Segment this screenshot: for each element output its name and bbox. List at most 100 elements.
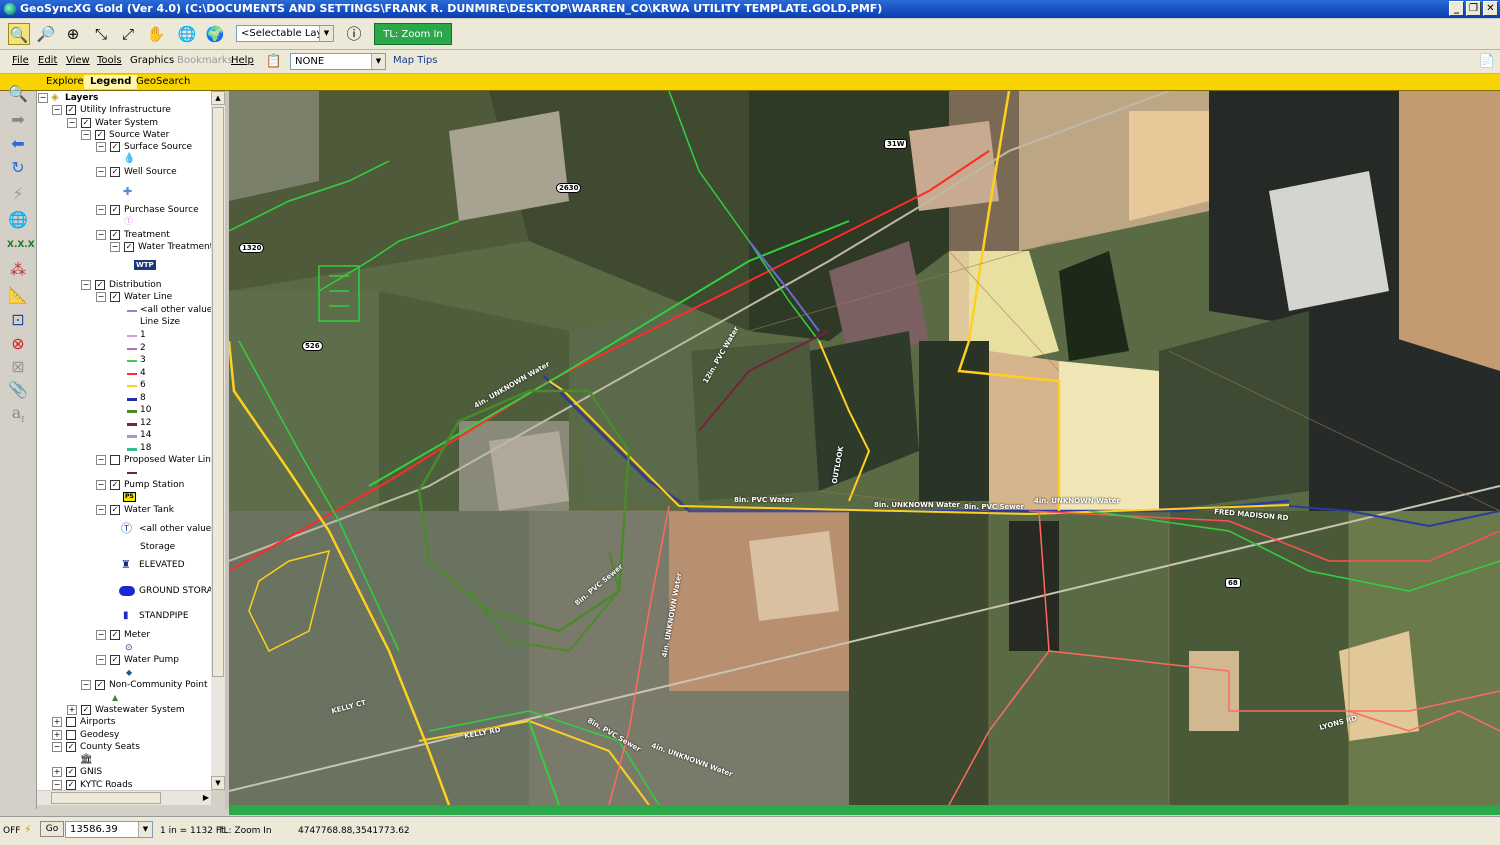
collapse-icon[interactable]: −: [96, 480, 106, 490]
tab-geosearch[interactable]: GeoSearch: [130, 75, 196, 89]
map-tips-link[interactable]: Map Tips: [393, 55, 437, 66]
info-icon[interactable]: ⓘ: [343, 23, 365, 45]
collapse-icon[interactable]: −: [96, 505, 106, 515]
water-pump-checkbox[interactable]: ✓: [110, 655, 120, 665]
surface-source-checkbox[interactable]: ✓: [110, 142, 120, 152]
menu-file[interactable]: File: [12, 55, 29, 66]
collapse-icon[interactable]: −: [96, 630, 106, 640]
collapse-icon[interactable]: −: [96, 167, 106, 177]
expand-icon[interactable]: +: [52, 717, 62, 727]
menu-edit[interactable]: Edit: [38, 55, 57, 66]
collapse-icon[interactable]: −: [96, 142, 106, 152]
scroll-right-icon[interactable]: ▶: [203, 791, 209, 805]
geodesy-checkbox[interactable]: [66, 730, 76, 740]
scroll-thumb[interactable]: [212, 107, 224, 677]
legend-vertical-scrollbar[interactable]: ▲ ▼: [211, 91, 225, 790]
collapse-icon[interactable]: −: [52, 105, 62, 115]
expand-icon[interactable]: +: [52, 767, 62, 777]
utility-checkbox[interactable]: ✓: [66, 105, 76, 115]
globe-identify-icon[interactable]: 🌐: [176, 23, 198, 45]
collapse-icon[interactable]: −: [81, 680, 91, 690]
scroll-thumb[interactable]: [51, 792, 161, 804]
clear-icon[interactable]: ⊠: [7, 356, 29, 378]
map-view[interactable]: 31W 2630 1320 526 68 8in. UNKNOWN Water …: [229, 91, 1500, 805]
collapse-icon[interactable]: −: [52, 780, 62, 790]
menu-help[interactable]: Help: [231, 55, 254, 66]
well-source-checkbox[interactable]: ✓: [110, 167, 120, 177]
expand-icon[interactable]: +: [52, 730, 62, 740]
network-icon[interactable]: ⁂: [7, 259, 29, 281]
collapse-icon[interactable]: −: [81, 130, 91, 140]
gnis-checkbox[interactable]: ✓: [66, 767, 76, 777]
water-system-checkbox[interactable]: ✓: [81, 118, 91, 128]
water-treatment-checkbox[interactable]: ✓: [124, 242, 134, 252]
globe-icon[interactable]: 🌍: [204, 23, 226, 45]
menu-view[interactable]: View: [66, 55, 90, 66]
layers-label: Layers: [65, 93, 99, 103]
lightning-icon[interactable]: ⚡: [24, 823, 32, 836]
stop-icon[interactable]: ⊗: [7, 333, 29, 355]
expand-icon[interactable]: +: [67, 705, 77, 715]
selectable-layer-select[interactable]: <Selectable Lay ▼: [236, 25, 334, 42]
collapse-icon[interactable]: −: [96, 292, 106, 302]
collapse-icon[interactable]: −: [96, 205, 106, 215]
map-label: 4in. UNKNOWN Water: [1034, 497, 1120, 505]
pump-station-checkbox[interactable]: ✓: [110, 480, 120, 490]
globe-layer-icon[interactable]: 🌐: [7, 209, 29, 231]
wastewater-checkbox[interactable]: ✓: [81, 705, 91, 715]
menu-tools[interactable]: Tools: [97, 55, 122, 66]
collapse-icon[interactable]: −: [96, 655, 106, 665]
collapse-icon[interactable]: −: [67, 118, 77, 128]
proposed-line-checkbox[interactable]: [110, 455, 120, 465]
county-seats-checkbox[interactable]: ✓: [66, 742, 76, 752]
measure-icon[interactable]: 📐: [7, 284, 29, 306]
close-button[interactable]: ✕: [1483, 1, 1498, 16]
zoom-in-tool-icon[interactable]: 🔍: [8, 23, 30, 45]
scale-input[interactable]: 13586.39 ▼: [65, 821, 153, 838]
purchase-source-checkbox[interactable]: ✓: [110, 205, 120, 215]
source-water-checkbox[interactable]: ✓: [95, 130, 105, 140]
attach-icon[interactable]: 📎: [7, 379, 29, 401]
water-line-checkbox[interactable]: ✓: [110, 292, 120, 302]
kytc-roads-checkbox[interactable]: ✓: [66, 780, 76, 790]
zoom-out-tool-icon[interactable]: 🔎: [35, 23, 57, 45]
scroll-up-icon[interactable]: ▲: [211, 91, 225, 105]
minimize-button[interactable]: _: [1449, 1, 1464, 16]
distribution-checkbox[interactable]: ✓: [95, 280, 105, 290]
off-indicator[interactable]: OFF: [3, 826, 20, 836]
collapse-icon[interactable]: −: [52, 742, 62, 752]
page-icon[interactable]: 📄: [1476, 51, 1498, 73]
lightning-icon[interactable]: ⚡: [7, 183, 29, 205]
forward-arrow-icon[interactable]: ➡: [7, 109, 29, 131]
collapse-icon[interactable]: −: [81, 280, 91, 290]
restore-button[interactable]: ❐: [1466, 1, 1481, 16]
collapse-icon[interactable]: −: [110, 242, 120, 252]
label-text-icon[interactable]: aI: [7, 402, 29, 424]
menu-graphics[interactable]: Graphics: [130, 55, 174, 66]
back-arrow-icon[interactable]: ⬅: [7, 133, 29, 155]
tree-node-layers[interactable]: − ◈ Layers: [37, 92, 211, 105]
tool-status-button[interactable]: TL: Zoom In: [374, 23, 452, 45]
select-box-icon[interactable]: ⊡: [7, 309, 29, 331]
non-community-checkbox[interactable]: ✓: [95, 680, 105, 690]
pan-hand-icon[interactable]: ✋: [145, 23, 167, 45]
theme-select[interactable]: NONE ▼: [290, 53, 386, 70]
zoom-box-icon[interactable]: ⊕: [62, 23, 84, 45]
collapse-icon[interactable]: −: [38, 93, 48, 103]
go-button[interactable]: Go: [40, 821, 64, 837]
collapse-icon[interactable]: −: [96, 230, 106, 240]
grid-xyz-icon[interactable]: X.X.X: [7, 234, 35, 256]
treatment-checkbox[interactable]: ✓: [110, 230, 120, 240]
search-icon[interactable]: 🔍: [7, 83, 29, 105]
water-tank-checkbox[interactable]: ✓: [110, 505, 120, 515]
menu-bookmarks[interactable]: Bookmarks: [177, 55, 233, 66]
airports-checkbox[interactable]: [66, 717, 76, 727]
scroll-down-icon[interactable]: ▼: [211, 776, 225, 790]
meter-checkbox[interactable]: ✓: [110, 630, 120, 640]
legend-horizontal-scrollbar[interactable]: ▶: [37, 791, 211, 805]
clipboard-icon[interactable]: 📋: [263, 51, 285, 73]
refresh-icon[interactable]: ↻: [7, 157, 29, 179]
zoom-extent-icon[interactable]: ⤢: [117, 23, 139, 45]
collapse-icon[interactable]: −: [96, 455, 106, 465]
full-extent-icon[interactable]: ⤡: [90, 23, 112, 45]
